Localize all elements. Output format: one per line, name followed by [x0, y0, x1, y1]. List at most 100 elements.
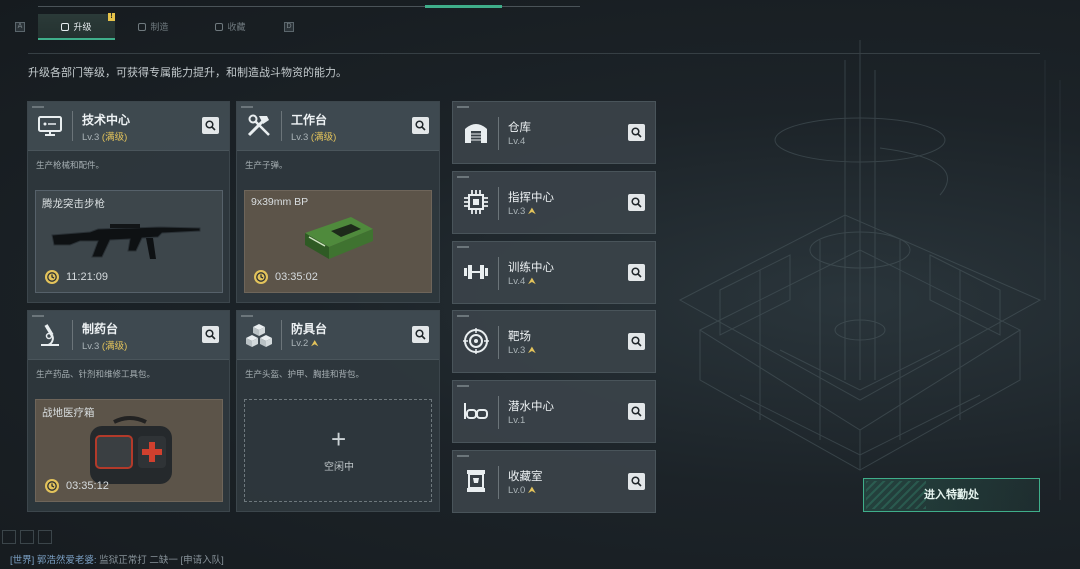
search-icon — [631, 197, 642, 208]
production-timer: 03:35:12 — [66, 480, 109, 492]
facility-card-warehouse[interactable]: 仓库 Lv.4 — [452, 101, 656, 164]
search-icon — [205, 329, 216, 340]
inspect-button[interactable] — [628, 264, 645, 281]
rifle-image — [51, 224, 201, 259]
alert-badge: ! — [108, 13, 115, 21]
chat-message: 监狱正常打 二缺一 — [99, 555, 178, 566]
production-slot[interactable]: 腾龙突击步枪 11:21:09 — [35, 190, 223, 293]
product-name: 9x39mm BP — [251, 196, 309, 208]
idle-label: 空闲中 — [324, 462, 354, 473]
card-header: 防具台 Lv.2 ⮝ — [237, 311, 439, 360]
craft-tab-icon — [138, 23, 147, 31]
production-slot[interactable]: 9x39mm BP 03:35:02 — [244, 190, 432, 293]
page-subtitle: 升级各部门等级，可获得专属能力提升，和制造战斗物资的能力。 — [28, 67, 347, 79]
inspect-button[interactable] — [628, 194, 645, 211]
upgrade-available-icon: ⮝ — [310, 338, 319, 348]
inspect-button[interactable] — [628, 473, 645, 490]
card-title: 潜水中心 — [508, 401, 554, 413]
facility-card-collection-room[interactable]: 收藏室 Lv.0 ⮝ — [452, 450, 656, 513]
chat-join-request[interactable]: [申请入队] — [180, 555, 223, 566]
facility-card-command-center[interactable]: 指挥中心 Lv.3 ⮝ — [452, 171, 656, 234]
chat-channel: [世界] — [10, 555, 35, 566]
card-level: Lv.1 — [508, 415, 526, 426]
tab-collection[interactable]: 收藏 — [192, 14, 269, 40]
ammo-box-image — [305, 217, 373, 259]
product-name: 腾龙突击步枪 — [42, 198, 105, 210]
search-icon — [631, 406, 642, 417]
inspect-button[interactable] — [412, 117, 429, 134]
tab-upgrade[interactable]: 升级 — [38, 14, 115, 40]
card-title: 防具台 — [291, 322, 328, 336]
card-title: 靶场 — [508, 331, 531, 343]
tools-icon — [247, 114, 270, 137]
tab-prev-key-hint: A — [15, 22, 25, 32]
card-level: Lv.3 ⮝ — [508, 345, 536, 356]
facility-card-training-center[interactable]: 训练中心 Lv.4 ⮝ — [452, 241, 656, 304]
card-title: 训练中心 — [508, 262, 554, 274]
facility-card-diving-center[interactable]: 潜水中心 Lv.1 — [452, 380, 656, 443]
diving-mask-icon — [464, 403, 488, 419]
card-level: Lv.4 ⮝ — [508, 276, 536, 287]
card-level: Lv.3 (满级) — [82, 341, 128, 352]
search-icon — [631, 336, 642, 347]
empty-production-slot[interactable]: + 空闲中 — [244, 399, 432, 502]
card-title: 收藏室 — [508, 471, 543, 483]
upgrade-available-icon: ⮝ — [527, 345, 536, 356]
facility-card-pharmacy[interactable]: 制药台 Lv.3 (满级) 生产药品、针剂和维修工具包。 战地医疗箱 03:35… — [27, 310, 230, 512]
facility-card-workbench[interactable]: 工作台 Lv.3 (满级) 生产子弹。 9x39mm BP 03:35:02 — [236, 101, 440, 303]
card-title: 仓库 — [508, 122, 531, 134]
inspect-button[interactable] — [628, 124, 645, 141]
card-title: 指挥中心 — [508, 192, 554, 204]
production-timer: 03:35:02 — [275, 271, 318, 283]
timer-icon — [45, 270, 59, 284]
facility-card-shooting-range[interactable]: 靶场 Lv.3 ⮝ — [452, 310, 656, 373]
card-level: Lv.3 ⮝ — [508, 206, 536, 217]
medkit-image — [90, 416, 172, 484]
inspect-button[interactable] — [202, 326, 219, 343]
chat-sender[interactable]: 郭浩然爱老婆: — [37, 555, 97, 566]
tab-craft-label: 制造 — [150, 22, 169, 32]
card-title: 制药台 — [82, 322, 119, 336]
microscope-icon — [41, 324, 59, 346]
warehouse-icon — [465, 124, 487, 143]
search-icon — [631, 267, 642, 278]
cubes-icon — [246, 324, 272, 347]
tab-upgrade-label: 升级 — [73, 22, 92, 32]
top-active-indicator — [425, 5, 502, 8]
card-level: Lv.4 — [508, 136, 526, 147]
search-icon — [415, 329, 426, 340]
plus-icon: + — [331, 424, 347, 454]
card-header: 工作台 Lv.3 (满级) — [237, 102, 439, 151]
enter-special-ops-button[interactable]: 进入特勤处 — [863, 478, 1040, 512]
upgrade-available-icon: ⮝ — [527, 276, 536, 287]
inspect-button[interactable] — [628, 403, 645, 420]
chip-icon — [464, 190, 488, 214]
card-description: 生产头盔、护甲、胸挂和背包。 — [245, 369, 365, 379]
production-timer: 11:21:09 — [66, 271, 109, 283]
card-description: 生产药品、针剂和维修工具包。 — [36, 369, 156, 379]
card-header: 制药台 Lv.3 (满级) — [28, 311, 229, 360]
search-icon — [205, 120, 216, 131]
inspect-button[interactable] — [412, 326, 429, 343]
tab-collection-label: 收藏 — [227, 22, 246, 32]
search-icon — [631, 476, 642, 487]
inspect-button[interactable] — [202, 117, 219, 134]
card-level: Lv.3 (满级) — [291, 132, 337, 143]
facility-card-armor-bench[interactable]: 防具台 Lv.2 ⮝ 生产头盔、护甲、胸挂和背包。 + 空闲中 — [236, 310, 440, 512]
dumbbell-icon — [464, 265, 488, 279]
card-description: 生产子弹。 — [245, 160, 288, 170]
computer-icon — [38, 116, 62, 136]
search-icon — [415, 120, 426, 131]
tab-craft[interactable]: 制造 — [115, 14, 192, 40]
production-slot[interactable]: 战地医疗箱 03:35:12 — [35, 399, 223, 502]
facility-card-tech-center[interactable]: 技术中心 Lv.3 (满级) 生产枪械和配件。 腾龙突击步枪 11:21:09 — [27, 101, 230, 303]
timer-icon — [45, 479, 59, 493]
card-title: 工作台 — [291, 113, 328, 127]
chat-line[interactable]: [世界] 郭浩然爱老婆: 监狱正常打 二缺一 [申请入队] — [10, 552, 224, 566]
card-title: 技术中心 — [82, 113, 131, 127]
target-icon — [463, 328, 489, 354]
tab-next-key-hint: D — [284, 22, 294, 32]
timer-icon — [254, 270, 268, 284]
inspect-button[interactable] — [628, 333, 645, 350]
trophy-icon — [467, 470, 485, 492]
